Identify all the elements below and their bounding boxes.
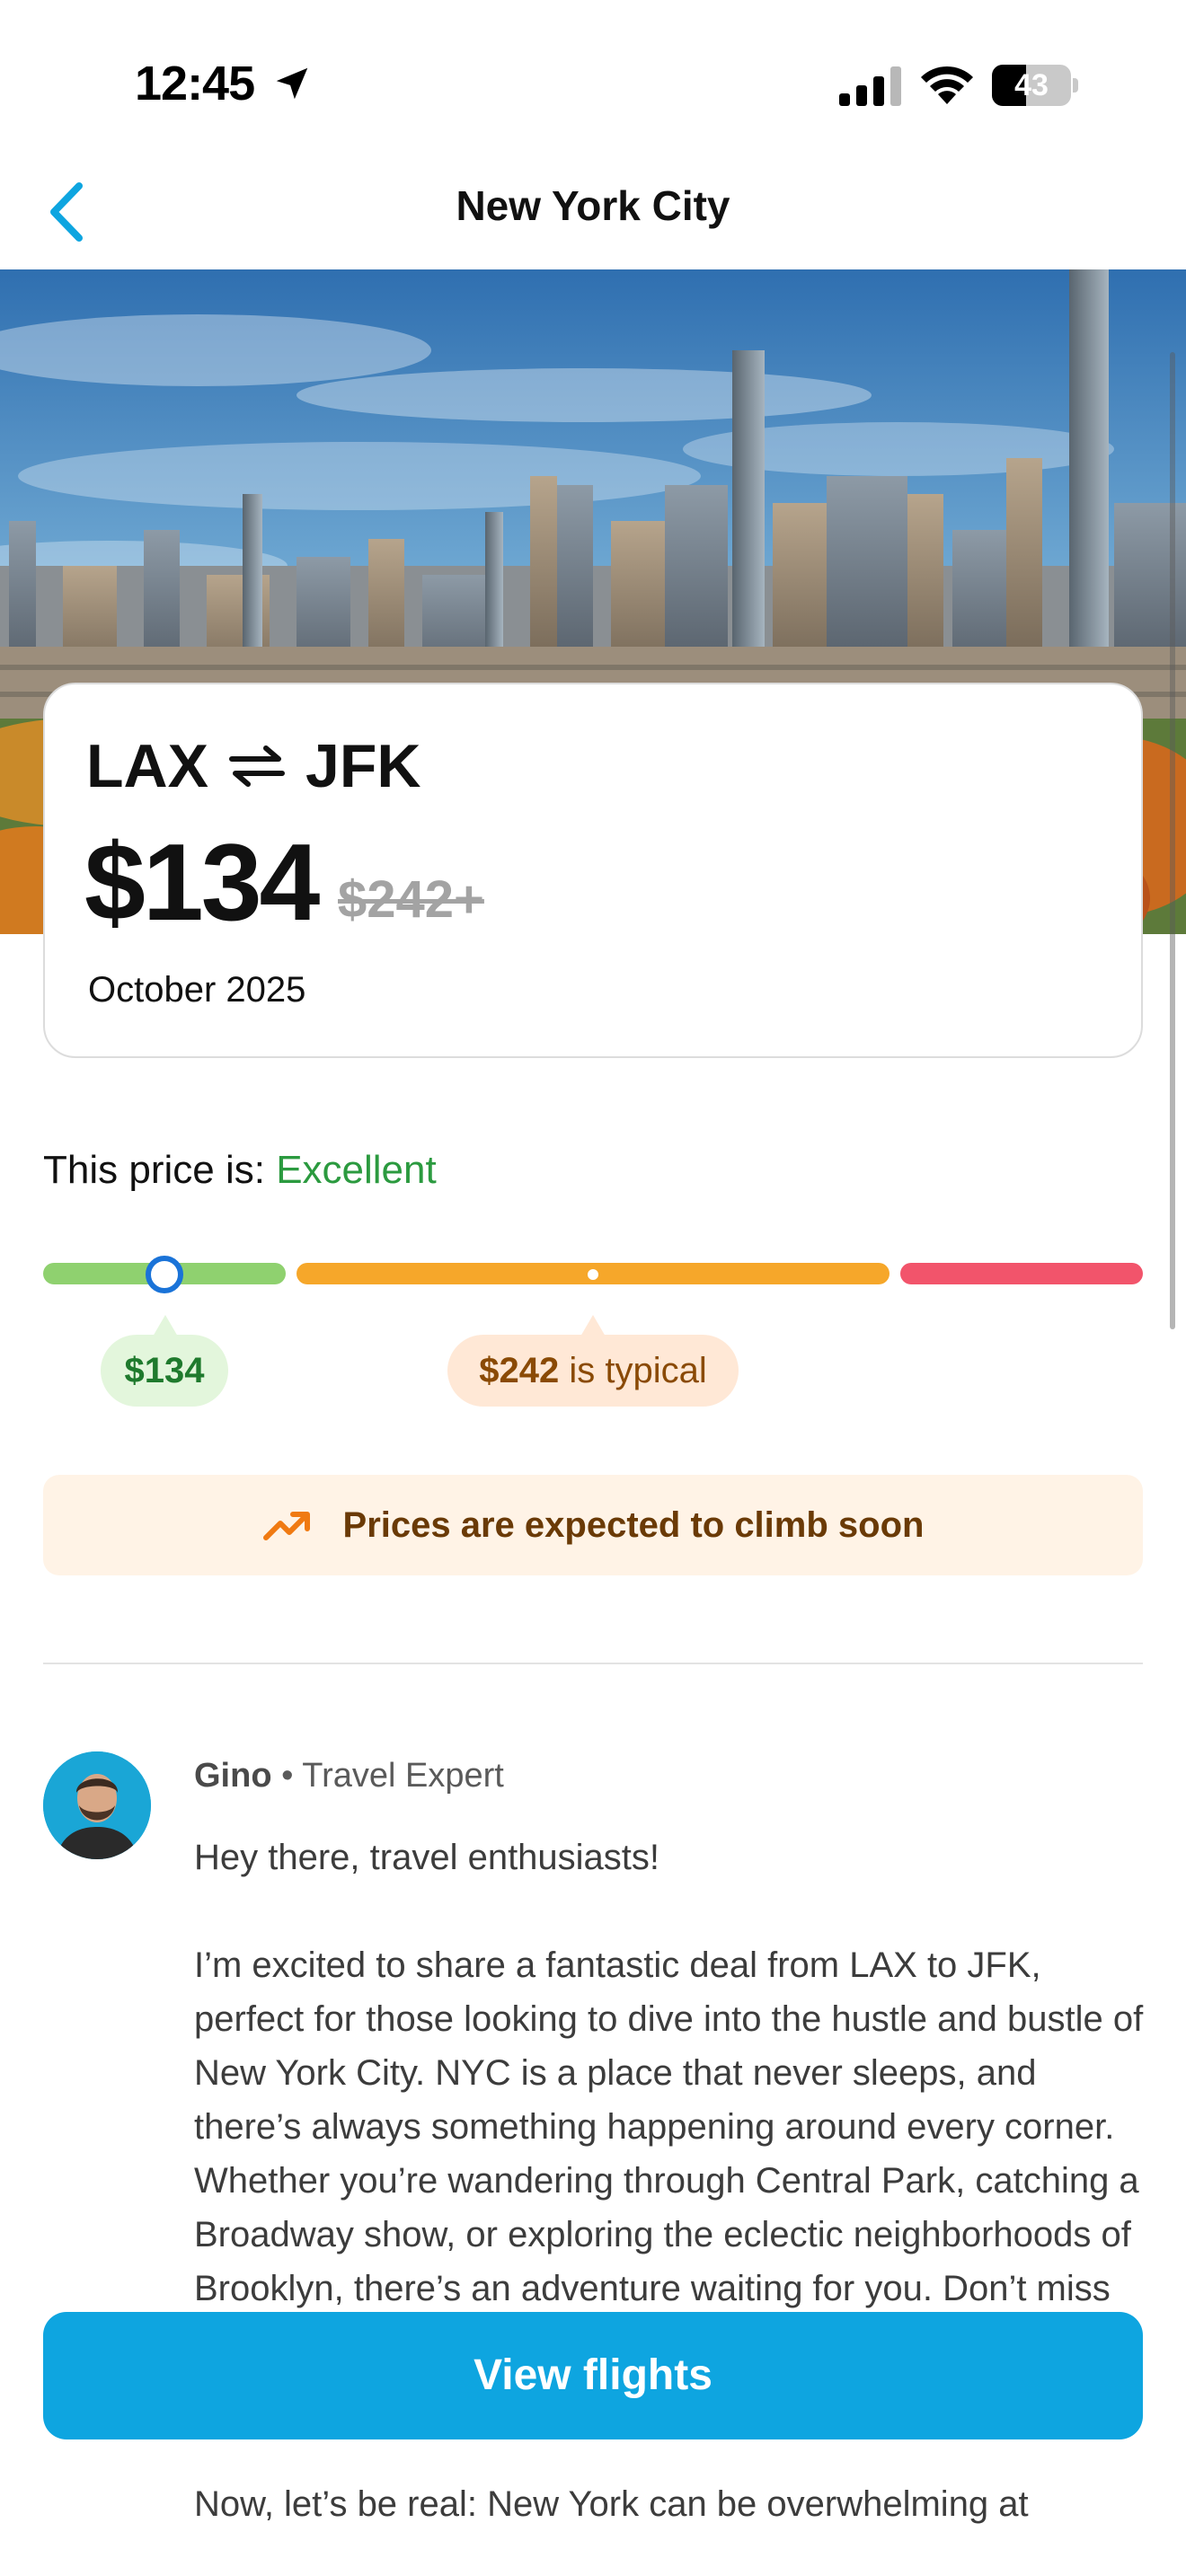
- typical-price-marker: [583, 1265, 603, 1284]
- view-flights-button[interactable]: View flights: [43, 2312, 1143, 2439]
- status-bar: 12:45 43: [0, 0, 1186, 171]
- post-author: Gino • Travel Expert: [194, 1757, 504, 1795]
- status-time: 12:45: [135, 57, 255, 110]
- post-body: Hey there, travel enthusiasts! I’m excit…: [194, 1831, 1146, 2576]
- price-rating: This price is: Excellent: [43, 1148, 437, 1193]
- post-paragraph: Now, let’s be real: New York can be over…: [194, 2484, 1029, 2524]
- typical-price-value: $242: [479, 1351, 560, 1390]
- current-price-pill: $134: [101, 1315, 228, 1407]
- section-divider: [43, 1663, 1143, 1664]
- destination-code: JFK: [305, 732, 421, 800]
- price-trend-text: Prices are expected to climb soon: [342, 1504, 925, 1545]
- price-trend-banner: Prices are expected to climb soon: [43, 1475, 1143, 1575]
- scrollbar[interactable]: [1170, 352, 1175, 1329]
- price-bar-high-segment: [900, 1263, 1143, 1284]
- old-price: $242+: [338, 870, 484, 929]
- avatar: [43, 1751, 151, 1859]
- battery-icon: 43: [992, 65, 1078, 106]
- origin-code: LAX: [86, 732, 208, 800]
- author-separator: •: [271, 1757, 303, 1795]
- wifi-icon: [921, 66, 973, 104]
- location-arrow-icon: [276, 67, 308, 100]
- price-rating-verdict: Excellent: [276, 1148, 437, 1192]
- cellular-signal-icon: [839, 66, 901, 106]
- fare-card: LAX JFK $134 $242+ October 2025: [43, 683, 1143, 1058]
- typical-price-suffix: is typical: [559, 1351, 707, 1390]
- fare-price: $134: [84, 821, 320, 943]
- round-trip-arrows-icon: [229, 745, 285, 787]
- current-price-marker: [146, 1256, 183, 1293]
- nav-bar: New York City: [0, 171, 1186, 269]
- typical-price-pill: $242 is typical: [447, 1315, 739, 1407]
- trending-up-icon: [262, 1512, 310, 1540]
- route: LAX JFK: [86, 731, 420, 801]
- battery-percent: 43: [1014, 68, 1049, 102]
- post-paragraph: Hey there, travel enthusiasts!: [194, 1838, 660, 1877]
- travel-month: October 2025: [88, 970, 306, 1010]
- author-name: Gino: [194, 1757, 272, 1795]
- price-rating-label: This price is:: [43, 1148, 265, 1192]
- author-role: Travel Expert: [302, 1757, 504, 1795]
- page-title: New York City: [456, 182, 730, 229]
